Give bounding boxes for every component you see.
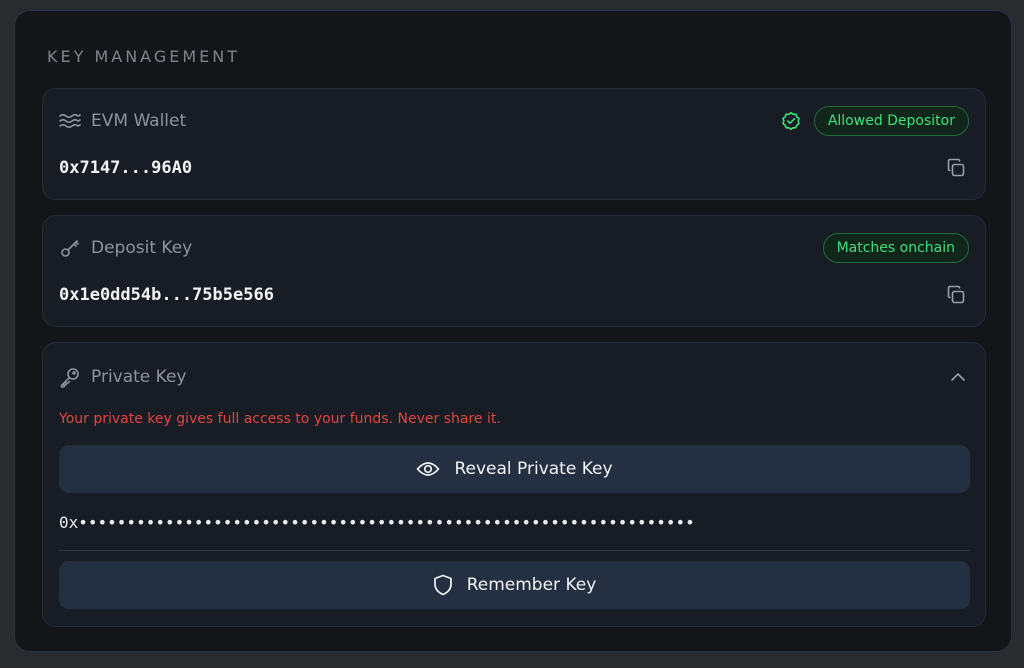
chevron-up-icon[interactable] [947, 366, 969, 388]
remember-key-label: Remember Key [466, 575, 597, 595]
evm-wallet-label: EVM Wallet [91, 111, 187, 131]
evm-wallet-card: EVM Wallet Allowed Depositor 0x7147...96… [42, 88, 986, 200]
allowed-depositor-badge: Allowed Depositor [813, 106, 969, 136]
key-icon [59, 366, 81, 388]
eye-icon [416, 461, 440, 477]
reveal-private-key-label: Reveal Private Key [454, 459, 613, 479]
private-key-label: Private Key [91, 367, 187, 387]
divider [59, 550, 970, 551]
copy-icon[interactable] [943, 282, 969, 308]
reveal-private-key-button[interactable]: Reveal Private Key [59, 445, 970, 493]
waves-icon [59, 110, 81, 132]
remember-key-button[interactable]: Remember Key [59, 561, 970, 609]
shield-icon [433, 574, 453, 596]
private-key-warning: Your private key gives full access to yo… [59, 411, 501, 427]
section-title: KEY MANAGEMENT [47, 47, 241, 66]
matches-onchain-badge: Matches onchain [822, 233, 969, 263]
evm-wallet-address: 0x7147...96A0 [59, 158, 193, 178]
key-icon [59, 237, 81, 259]
private-key-card: Private Key Your private key gives full … [42, 342, 986, 627]
check-badge-icon [780, 110, 802, 132]
deposit-key-value: 0x1e0dd54b...75b5e566 [59, 285, 274, 305]
copy-icon[interactable] [943, 155, 969, 181]
masked-private-key: 0x••••••••••••••••••••••••••••••••••••••… [59, 513, 695, 532]
deposit-key-card: Deposit Key Matches onchain 0x1e0dd54b..… [42, 215, 986, 327]
deposit-key-label: Deposit Key [91, 238, 193, 258]
key-management-panel: KEY MANAGEMENT EVM Wallet Allowed Deposi… [14, 10, 1012, 652]
